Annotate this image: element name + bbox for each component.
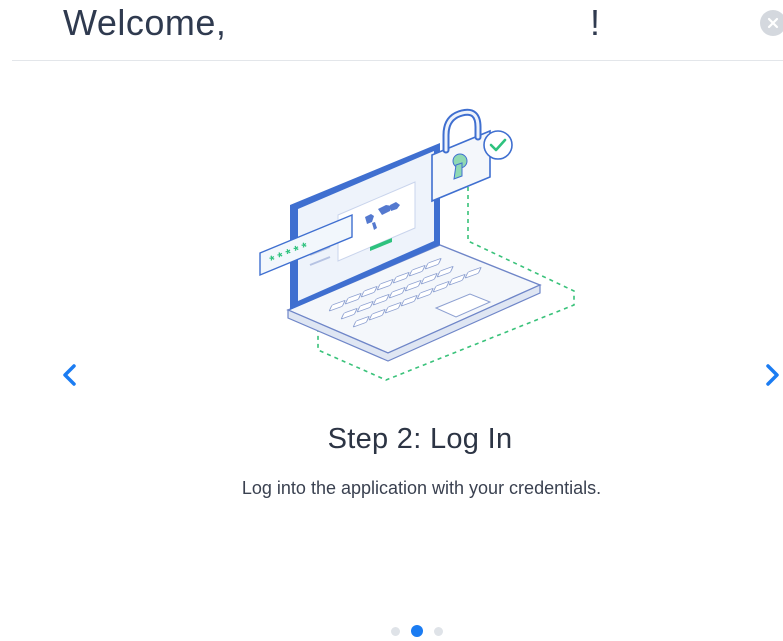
welcome-title: Welcome, [63, 2, 227, 43]
next-step-button[interactable] [758, 360, 783, 390]
previous-step-button[interactable] [55, 360, 85, 390]
header-divider [12, 60, 783, 61]
pagination-dots [391, 625, 443, 637]
step-description: Log into the application with your crede… [241, 478, 602, 498]
onboarding-dialog: Welcome, ! * * * * * Step 2: Log In Log … [0, 0, 783, 641]
chevron-right-icon [766, 364, 779, 386]
dialog-header: Welcome, ! [0, 0, 783, 60]
pagination-dot-1[interactable] [391, 626, 400, 636]
welcome-exclamation: ! [590, 2, 601, 43]
pagination-dot-3[interactable] [434, 626, 443, 636]
chevron-left-icon [63, 364, 76, 386]
laptop-login-illustration: * * * * * [259, 108, 575, 381]
close-button[interactable] [760, 10, 783, 36]
pagination-dot-2[interactable] [411, 625, 423, 637]
step-title: Step 2: Log In [327, 423, 513, 455]
close-icon [767, 17, 779, 29]
